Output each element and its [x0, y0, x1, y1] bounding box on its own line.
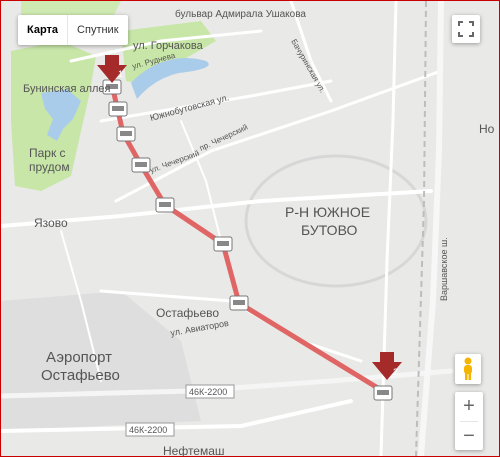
zoom-control: + −	[455, 392, 483, 450]
place-label: Язово	[34, 216, 68, 230]
street-view-button[interactable]	[455, 354, 481, 384]
place-label: Но	[479, 122, 495, 136]
marker-label-start: 1	[118, 69, 123, 79]
map-type-control: Карта Спутник	[18, 15, 128, 45]
street-label: Бунинская аллея	[23, 83, 111, 95]
street-label: ул. Горчакова	[133, 40, 204, 52]
map-canvas[interactable]: 1 2 бульвар Адмирала Ушакова ул. Горчако…	[1, 1, 499, 456]
bus-stop-icon[interactable]	[131, 157, 151, 173]
zoom-out-icon[interactable]: −	[455, 422, 483, 451]
map-type-satellite-button[interactable]: Спутник	[68, 15, 127, 45]
bus-stop-icon[interactable]	[373, 385, 393, 401]
zoom-in-icon[interactable]: +	[455, 392, 483, 421]
map-frame: 1 2 бульвар Адмирала Ушакова ул. Горчако…	[0, 0, 500, 457]
airport-label: Остафьево	[41, 367, 120, 384]
road-shield: 46К-2200	[185, 384, 235, 399]
map-type-map-button[interactable]: Карта	[18, 15, 69, 45]
bus-stop-icon[interactable]	[108, 101, 128, 117]
fullscreen-button[interactable]	[452, 15, 480, 43]
bus-stop-icon[interactable]	[229, 295, 249, 311]
highway-label: Варшавское ш.	[439, 237, 449, 301]
road-number: 46К-2200	[129, 425, 167, 435]
park-label: Парк с	[29, 146, 66, 160]
fullscreen-icon	[458, 21, 474, 37]
district-label: Р-Н ЮЖНОЕ	[285, 204, 370, 220]
street-label: бульвар Адмирала Ушакова	[175, 8, 306, 20]
place-label: Нефтемаш	[163, 444, 225, 456]
district-label: БУТОВО	[301, 222, 357, 238]
bus-stop-icon[interactable]	[155, 197, 175, 213]
road-number: 46К-2200	[189, 387, 227, 397]
place-label: Остафьево	[156, 306, 219, 320]
pegman-icon	[464, 357, 472, 380]
bus-stop-icon[interactable]	[213, 236, 233, 252]
park-label: прудом	[29, 160, 70, 174]
marker-label-end: 2	[393, 367, 398, 377]
bus-stop-icon[interactable]	[116, 126, 136, 142]
airport-label: Аэропорт	[46, 349, 112, 366]
road-shield: 46К-2200	[125, 422, 175, 437]
